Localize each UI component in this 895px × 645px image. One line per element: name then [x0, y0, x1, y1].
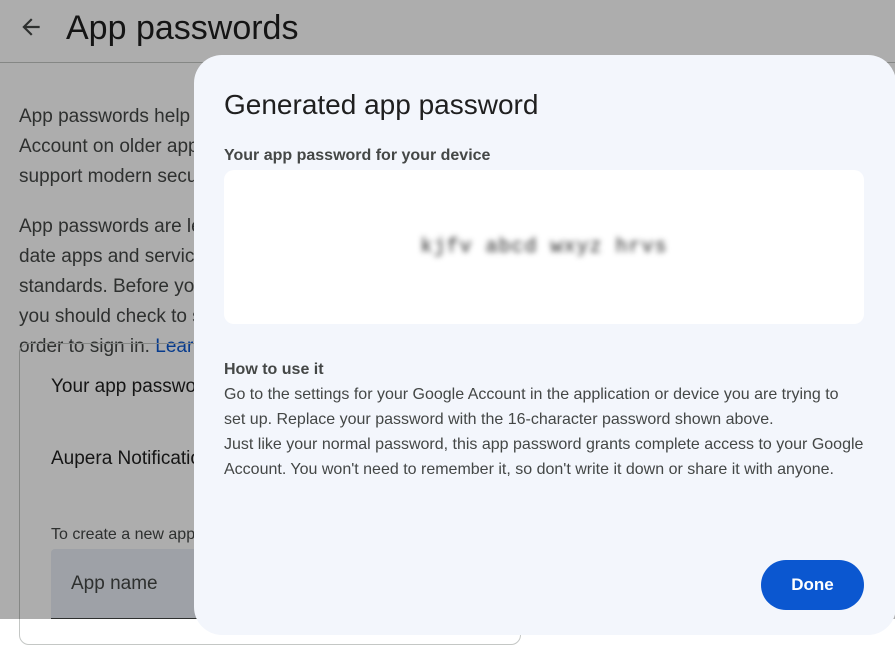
generated-password-dialog: Generated app password Your app password…	[194, 55, 895, 635]
password-box: kjfv abcd wxyz hrvs	[224, 170, 864, 324]
dialog-title: Generated app password	[224, 89, 539, 120]
howto-paragraph-2: Just like your normal password, this app…	[224, 436, 864, 478]
password-value[interactable]: kjfv abcd wxyz hrvs	[420, 236, 667, 259]
howto-section: How to use it Go to the settings for you…	[224, 357, 864, 482]
password-label: Your app password for your device	[224, 147, 491, 164]
howto-paragraph-1: Go to the settings for your Google Accou…	[224, 386, 839, 428]
howto-title: How to use it	[224, 361, 324, 378]
done-button[interactable]: Done	[761, 560, 864, 610]
